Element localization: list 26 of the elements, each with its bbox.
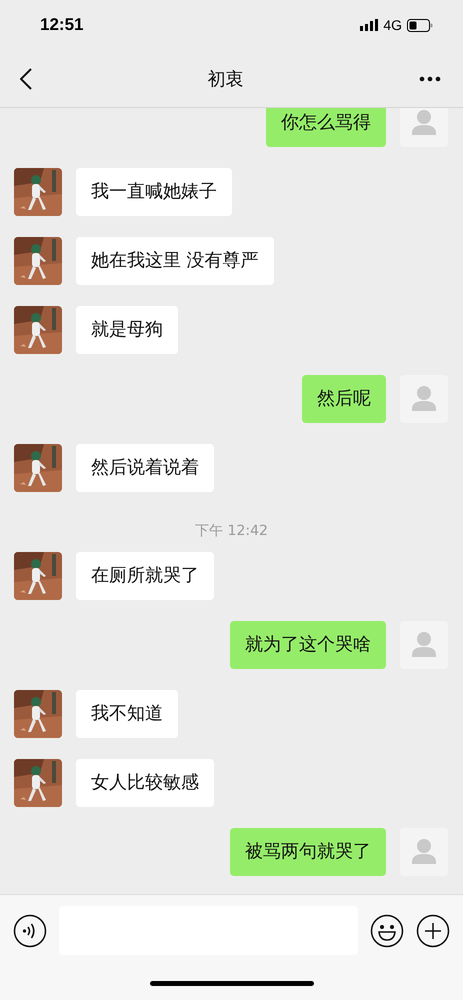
status-time: 12:51	[40, 15, 84, 35]
chat-title: 初衷	[208, 68, 244, 90]
message-bubble: 然后说着说着	[76, 444, 214, 492]
network-label: 4G	[383, 17, 402, 33]
user-avatar-icon	[400, 828, 448, 876]
message-bubble: 在厕所就哭了	[76, 552, 214, 600]
battery-icon	[407, 18, 433, 32]
message-bubble: 我一直喊她婊子	[76, 168, 232, 216]
back-icon[interactable]	[20, 68, 32, 90]
timestamp: 下午 12:42	[195, 522, 268, 540]
message-bubble: 被骂两句就哭了	[230, 828, 386, 876]
emoji-icon[interactable]	[370, 914, 404, 948]
user-avatar-icon	[400, 108, 448, 147]
message-bubble: 女人比较敏感	[76, 759, 214, 807]
user-avatar-icon	[400, 621, 448, 669]
message-bubble: 然后呢	[302, 375, 386, 423]
more-icon[interactable]	[419, 76, 441, 82]
message-bubble: 你怎么骂得	[266, 108, 386, 147]
message-bubble: 她在我这里 没有尊严	[76, 237, 274, 285]
plus-icon[interactable]	[416, 914, 450, 948]
message-bubble: 就是母狗	[76, 306, 178, 354]
user-avatar-icon	[400, 375, 448, 423]
signal-icon	[360, 19, 378, 31]
message-bubble: 我不知道	[76, 690, 178, 738]
voice-icon[interactable]	[13, 914, 47, 948]
message-bubble: 就为了这个哭啥	[230, 621, 386, 669]
